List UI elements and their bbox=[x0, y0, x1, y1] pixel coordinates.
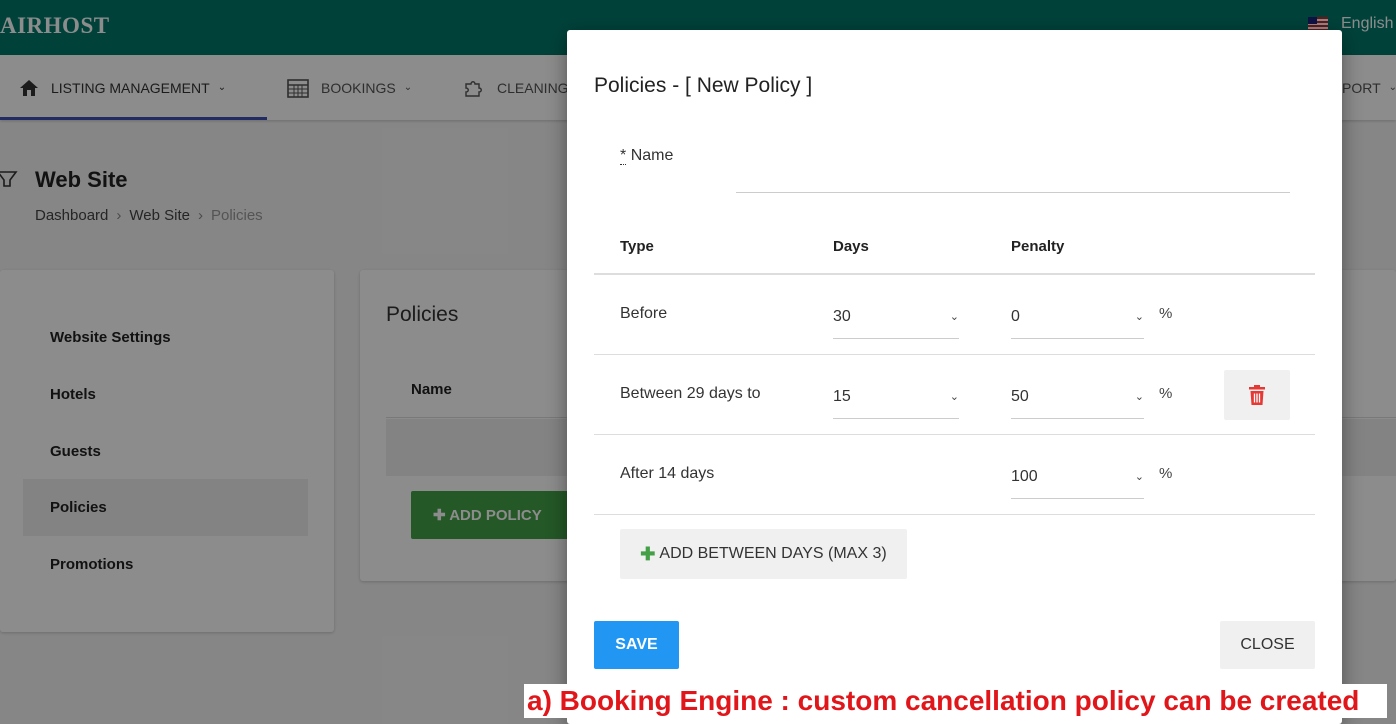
days-select[interactable]: 15 ⌄ bbox=[833, 375, 959, 419]
name-label-text: Name bbox=[630, 147, 674, 164]
chevron-down-icon: ⌄ bbox=[949, 391, 959, 403]
plus-icon: ✚ bbox=[640, 543, 656, 564]
policy-row-between: Between 29 days to 15 ⌄ 50 ⌄ % bbox=[594, 355, 1315, 435]
chevron-down-icon: ⌄ bbox=[1134, 391, 1144, 403]
dialog-title: Policies - [ New Policy ] bbox=[594, 74, 813, 97]
row-type: After 14 days bbox=[620, 465, 715, 482]
chevron-down-icon: ⌄ bbox=[949, 311, 959, 323]
column-penalty: Penalty bbox=[1011, 238, 1065, 255]
days-value: 30 bbox=[833, 307, 851, 325]
row-type: Before bbox=[620, 305, 668, 322]
penalty-value: 100 bbox=[1011, 467, 1038, 485]
penalty-select[interactable]: 100 ⌄ bbox=[1011, 455, 1144, 499]
penalty-select[interactable]: 50 ⌄ bbox=[1011, 375, 1144, 419]
required-marker: * bbox=[620, 147, 627, 165]
percent-unit: % bbox=[1159, 385, 1173, 402]
policy-row-after: After 14 days 100 ⌄ % bbox=[594, 435, 1315, 515]
penalty-value: 50 bbox=[1011, 387, 1029, 405]
column-type: Type bbox=[620, 238, 654, 255]
name-field-label: * Name bbox=[620, 147, 673, 165]
add-between-days-button[interactable]: ✚ ADD BETWEEN DAYS (MAX 3) bbox=[620, 529, 907, 579]
column-days: Days bbox=[833, 238, 869, 255]
caption-banner: a) Booking Engine : custom cancellation … bbox=[524, 684, 1387, 718]
save-button[interactable]: SAVE bbox=[594, 621, 679, 669]
percent-unit: % bbox=[1159, 465, 1173, 482]
penalty-value: 0 bbox=[1011, 307, 1020, 325]
policy-row-before: Before 30 ⌄ 0 ⌄ % bbox=[594, 275, 1315, 355]
delete-row-button[interactable] bbox=[1224, 370, 1290, 420]
trash-icon bbox=[1249, 385, 1265, 405]
close-button[interactable]: CLOSE bbox=[1220, 621, 1315, 669]
days-value: 15 bbox=[833, 387, 851, 405]
penalty-table-header: Type Days Penalty bbox=[594, 220, 1315, 275]
policy-dialog: Policies - [ New Policy ] * Name Type Da… bbox=[567, 30, 1342, 724]
penalty-select[interactable]: 0 ⌄ bbox=[1011, 295, 1144, 339]
chevron-down-icon: ⌄ bbox=[1134, 471, 1144, 483]
policy-name-input[interactable] bbox=[736, 157, 1290, 193]
row-type: Between 29 days to bbox=[620, 385, 761, 402]
days-select[interactable]: 30 ⌄ bbox=[833, 295, 959, 339]
add-between-days-label: ADD BETWEEN DAYS (MAX 3) bbox=[659, 545, 887, 562]
percent-unit: % bbox=[1159, 305, 1173, 322]
chevron-down-icon: ⌄ bbox=[1134, 311, 1144, 323]
